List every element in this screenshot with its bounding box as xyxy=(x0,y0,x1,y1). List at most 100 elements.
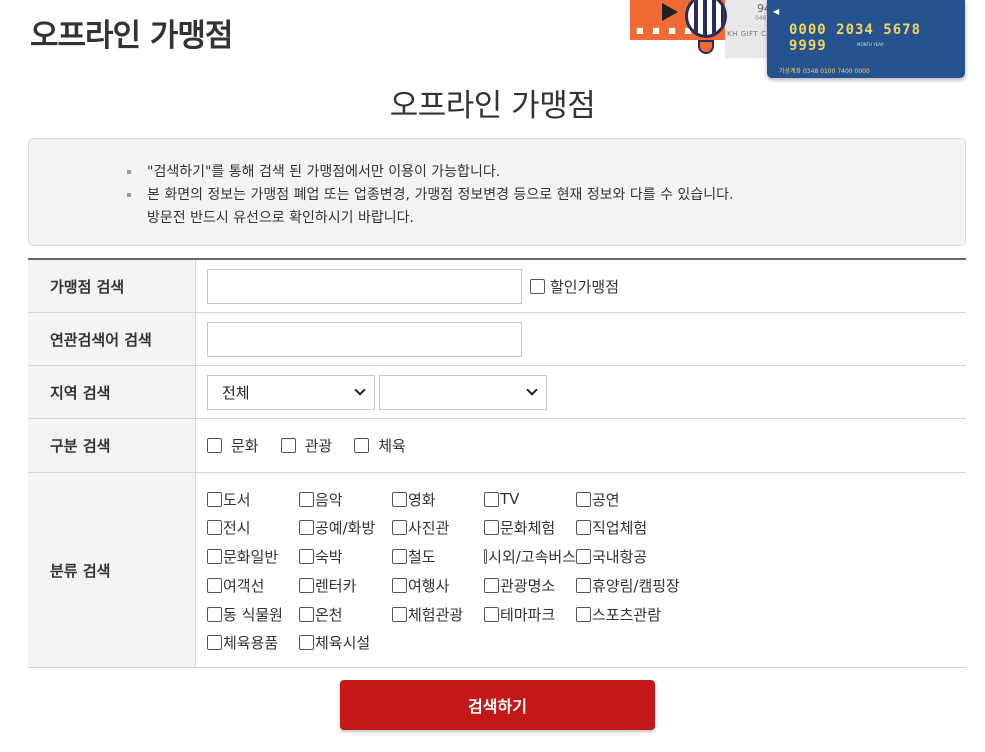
region1-select-value: 전체 xyxy=(222,383,250,402)
category-option-label: 체육시설 xyxy=(315,634,371,653)
category-checkbox[interactable] xyxy=(576,520,591,536)
type-option-culture[interactable]: 문화 xyxy=(207,435,259,456)
category-option[interactable]: 철도 xyxy=(392,542,484,571)
category-checkbox[interactable] xyxy=(576,549,591,565)
keyword-search-input[interactable] xyxy=(207,321,522,357)
category-option-label: TV xyxy=(500,490,520,509)
category-option[interactable]: 공예/화방 xyxy=(299,514,392,543)
notice-list: "검색하기"를 통해 검색 된 가맹점에서만 이용이 가능합니다. 본 화면의 … xyxy=(119,161,733,230)
category-option[interactable]: 휴양림/캠핑장 xyxy=(576,571,696,600)
category-option-label: 시외/고속버스 xyxy=(488,548,576,567)
category-checkbox[interactable] xyxy=(484,606,499,622)
category-option[interactable]: 문화일반 xyxy=(207,542,299,571)
category-checkbox[interactable] xyxy=(484,577,499,593)
category-checkbox[interactable] xyxy=(299,520,314,536)
category-option[interactable]: 문화체험 xyxy=(484,514,576,543)
category-checkbox[interactable] xyxy=(299,577,314,593)
category-checkbox[interactable] xyxy=(207,491,222,507)
category-option[interactable]: 숙박 xyxy=(299,542,392,571)
category-checkbox[interactable] xyxy=(576,491,591,507)
category-checkbox[interactable] xyxy=(484,491,499,507)
category-option[interactable]: 도서 xyxy=(207,485,299,514)
type-checkbox[interactable] xyxy=(354,438,370,453)
type-checkbox[interactable] xyxy=(207,438,222,453)
category-option-label: 도서 xyxy=(223,490,251,509)
category-option-label: 체험관광 xyxy=(408,605,464,624)
category-option-label: 관광명소 xyxy=(500,576,556,595)
header-title: 오프라인 가맹점 xyxy=(30,18,233,54)
category-option[interactable]: 체육시설 xyxy=(299,628,392,657)
category-checkbox[interactable] xyxy=(392,606,407,622)
category-checkbox[interactable] xyxy=(207,606,222,622)
discount-store-checkbox-wrap[interactable]: 할인가맹점 xyxy=(530,276,619,297)
category-checkbox[interactable] xyxy=(299,635,314,651)
category-option[interactable]: 시외/고속버스 xyxy=(484,542,576,571)
category-checkbox[interactable] xyxy=(299,606,314,622)
category-option[interactable]: 동 식물원 xyxy=(207,600,299,629)
category-option-label: 테마파크 xyxy=(500,605,556,624)
category-option[interactable]: 테마파크 xyxy=(484,600,576,629)
category-option[interactable]: 온천 xyxy=(299,600,392,629)
category-option[interactable]: 직업체험 xyxy=(576,514,696,543)
card-month-year: MONTH YEAR xyxy=(857,42,884,47)
discount-store-checkbox[interactable] xyxy=(530,278,545,294)
page-header: 오프라인 가맹점 ■ ■ ■ ■ 9463 0462 KH GIFT CA ◀ … xyxy=(0,0,985,80)
category-option-label: 공연 xyxy=(592,490,620,509)
category-option-label: 철도 xyxy=(408,548,436,567)
store-search-input[interactable] xyxy=(207,268,522,304)
category-option-label: 문화일반 xyxy=(223,548,279,567)
category-option-label: 휴양림/캠핑장 xyxy=(592,576,680,595)
category-checkbox[interactable] xyxy=(207,635,222,651)
type-option-tourism[interactable]: 관광 xyxy=(280,435,333,456)
type-search-content: 문화 관광 체육 xyxy=(196,419,966,472)
category-checkbox[interactable] xyxy=(484,520,499,536)
category-option[interactable]: 사진관 xyxy=(392,514,484,543)
category-option[interactable]: 렌터카 xyxy=(299,571,392,600)
category-option[interactable]: 전시 xyxy=(207,514,299,543)
search-button[interactable]: 검색하기 xyxy=(340,680,655,730)
category-option[interactable]: 영화 xyxy=(392,485,484,514)
category-search-row: 분류 검색 도서 음악 영화 TV 공연전시 공예/화방 사진관 문화체험 직업체험문화일반 숙박… xyxy=(28,473,966,668)
category-checkbox[interactable] xyxy=(576,606,591,622)
category-checkbox[interactable] xyxy=(392,549,407,565)
hot-air-balloon-icon xyxy=(685,0,727,38)
category-option[interactable]: 공연 xyxy=(576,485,696,514)
category-checkbox[interactable] xyxy=(207,549,222,565)
notice-item: 본 화면의 정보는 가맹점 폐업 또는 업종변경, 가맹점 정보변경 등으로 현… xyxy=(119,184,733,207)
region-search-content: 전체 xyxy=(196,366,966,418)
category-checkbox[interactable] xyxy=(299,549,314,565)
category-search-content: 도서 음악 영화 TV 공연전시 공예/화방 사진관 문화체험 직업체험문화일반 숙박 철도 시외/고… xyxy=(196,473,966,667)
category-checkbox[interactable] xyxy=(392,577,407,593)
type-option-label: 문화 xyxy=(231,437,259,455)
type-checkbox[interactable] xyxy=(280,438,296,453)
category-checkbox[interactable] xyxy=(207,520,222,536)
category-option-label: 여행사 xyxy=(408,576,450,595)
header-card-illustration: ■ ■ ■ ■ 9463 0462 KH GIFT CA ◀ 0000 2034… xyxy=(630,0,965,80)
category-checkbox[interactable] xyxy=(392,520,407,536)
category-option[interactable]: 여객선 xyxy=(207,571,299,600)
category-checkbox[interactable] xyxy=(299,491,314,507)
card-triangle-icon: ◀ xyxy=(773,7,780,16)
category-option[interactable]: 국내항공 xyxy=(576,542,696,571)
category-option[interactable]: 스포츠관람 xyxy=(576,600,696,629)
type-option-sports[interactable]: 체육 xyxy=(354,435,406,456)
category-option[interactable]: 음악 xyxy=(299,485,392,514)
category-option[interactable]: 체육용품 xyxy=(207,628,299,657)
category-checkbox[interactable] xyxy=(207,577,222,593)
category-checkbox[interactable] xyxy=(484,549,488,565)
category-option[interactable]: 여행사 xyxy=(392,571,484,600)
category-option[interactable]: TV xyxy=(484,485,576,514)
type-option-label: 관광 xyxy=(304,437,333,455)
chevron-down-icon xyxy=(526,384,538,396)
category-option[interactable]: 체험관광 xyxy=(392,600,484,629)
blue-credit-card: ◀ 0000 2034 5678 9999 MONTH YEAR 가상계좌 03… xyxy=(767,0,965,78)
balloon-basket-icon xyxy=(698,40,714,54)
region2-select[interactable] xyxy=(379,374,547,410)
category-option-label: 여객선 xyxy=(223,576,265,595)
region1-select[interactable]: 전체 xyxy=(207,374,375,410)
category-option[interactable]: 관광명소 xyxy=(484,571,576,600)
category-checkbox[interactable] xyxy=(392,491,407,507)
discount-store-label: 할인가맹점 xyxy=(550,277,620,296)
category-checkbox[interactable] xyxy=(576,577,591,593)
category-search-label: 분류 검색 xyxy=(28,473,196,667)
